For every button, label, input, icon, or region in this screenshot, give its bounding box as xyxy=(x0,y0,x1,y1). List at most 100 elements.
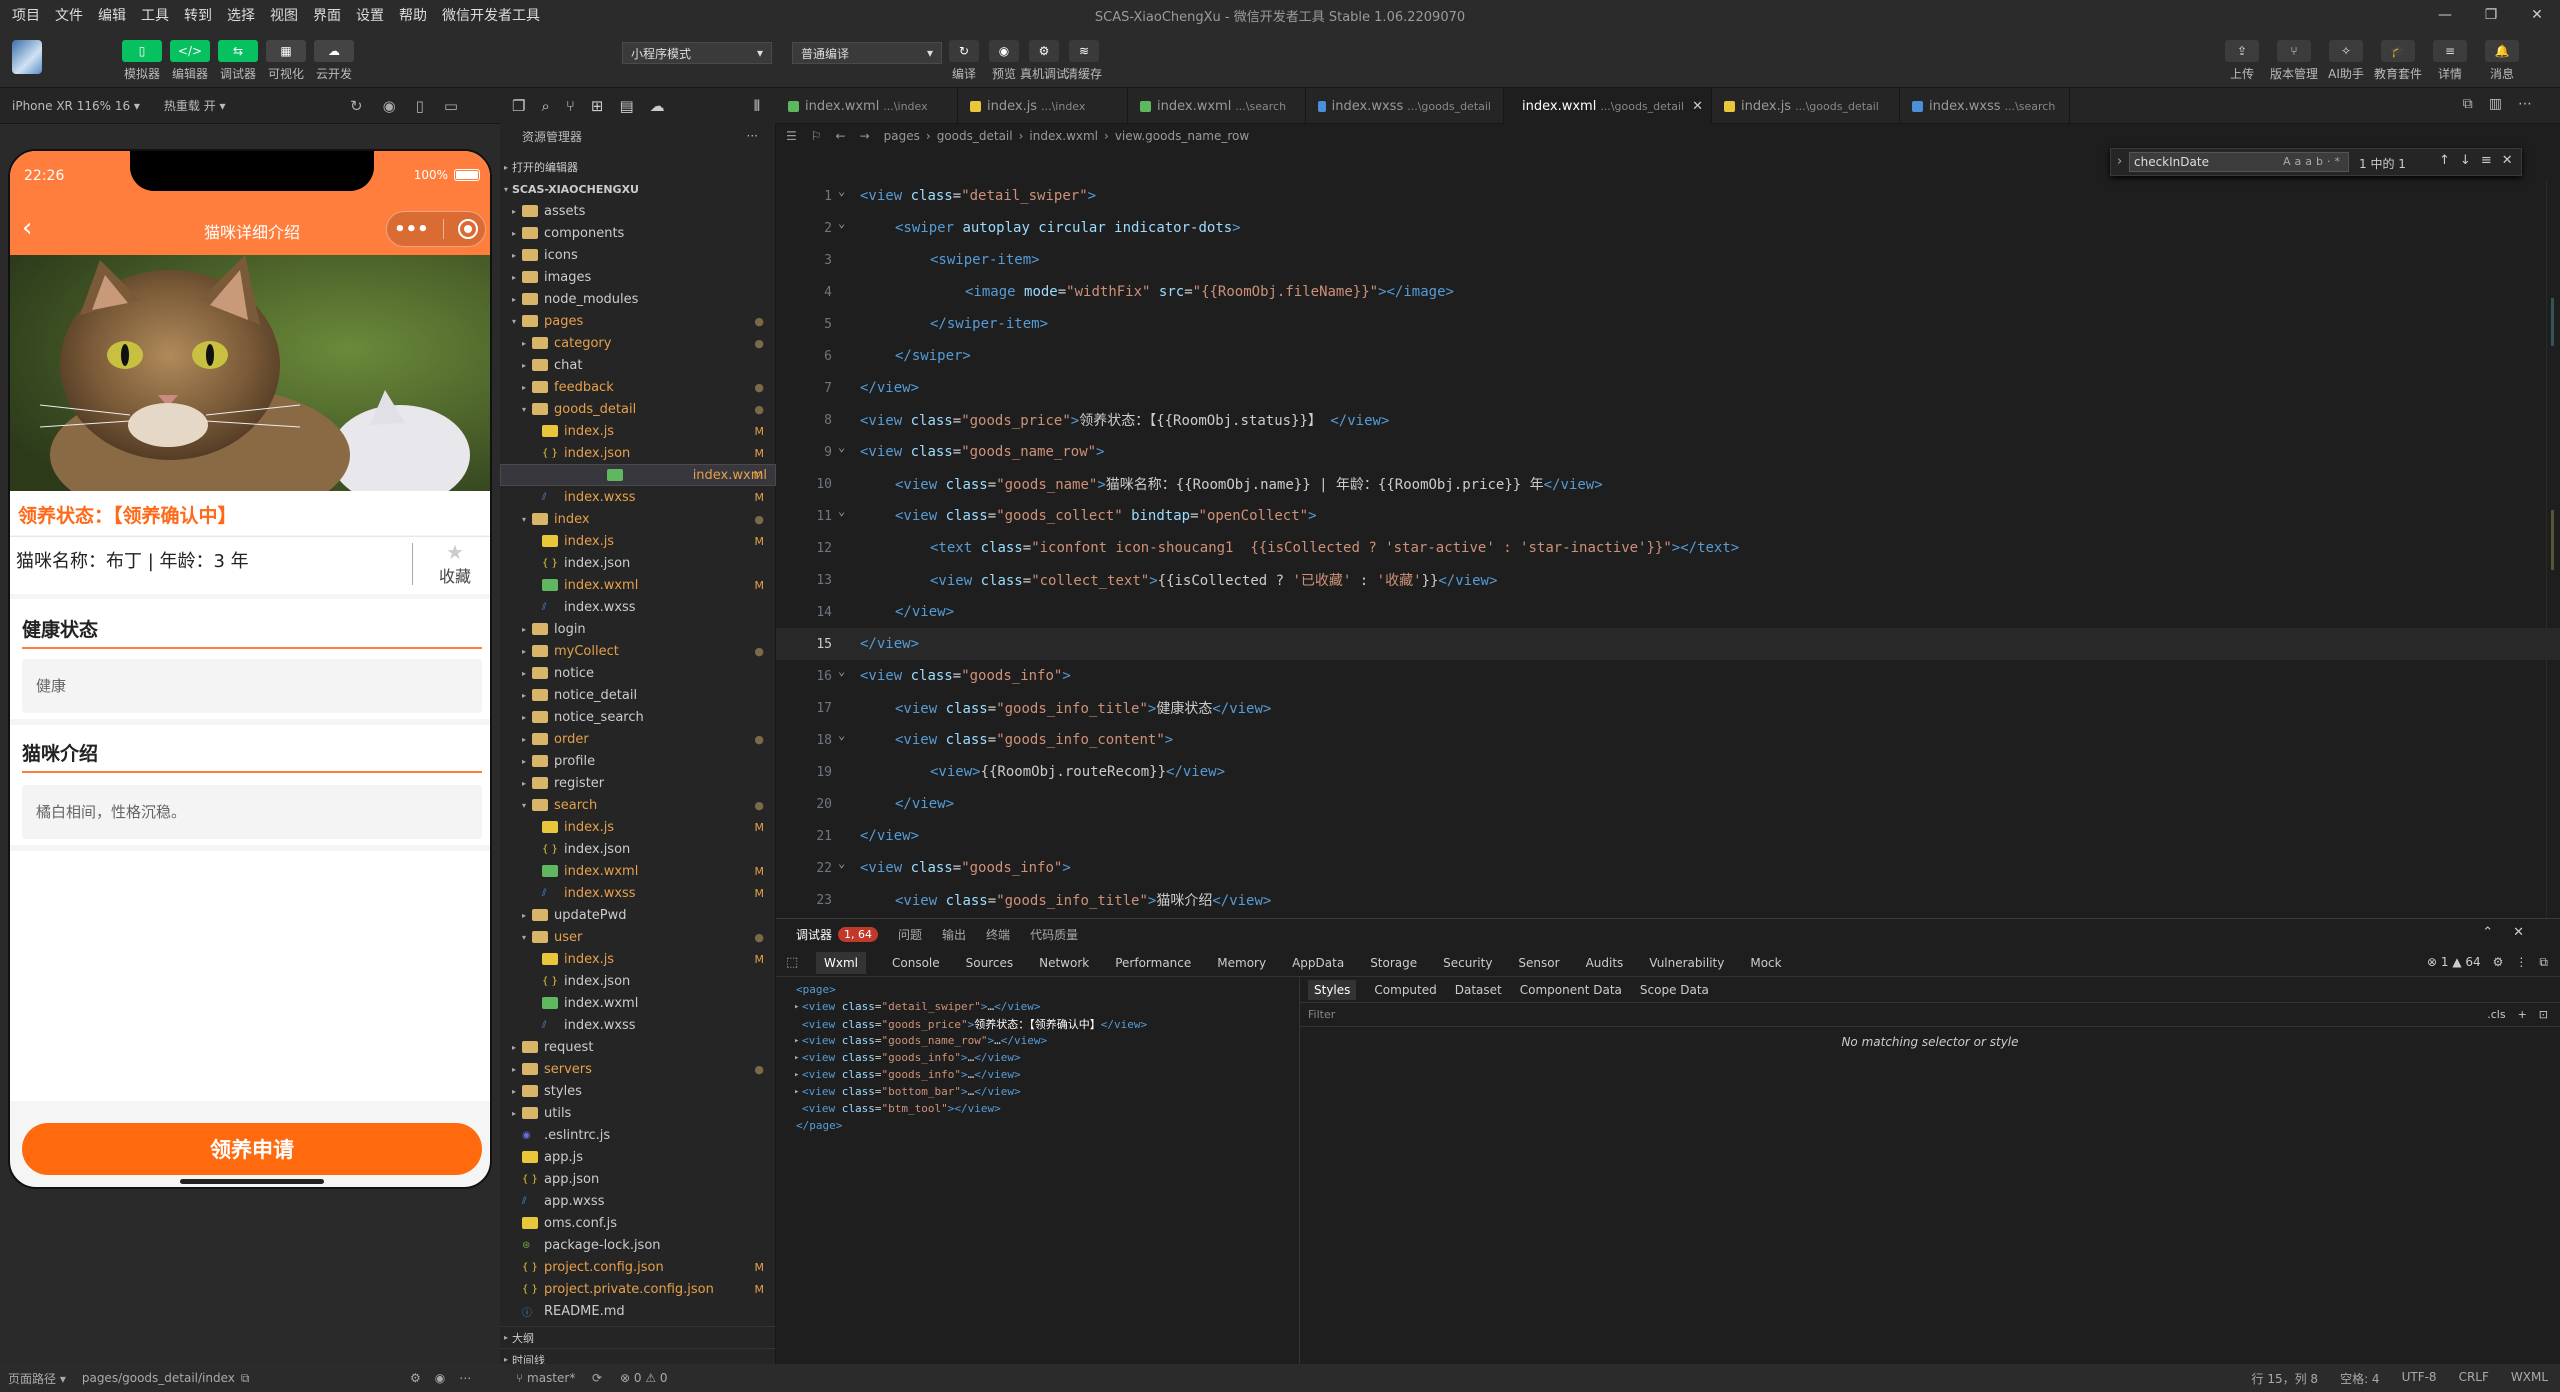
debug-icon[interactable]: ▤ xyxy=(619,97,633,115)
tree-folder[interactable]: ▸ updatePwd xyxy=(500,904,776,926)
tree-folder[interactable]: ▸ order ● xyxy=(500,728,776,750)
style-tab[interactable]: Computed xyxy=(1374,983,1436,997)
devtools-top-tab[interactable]: 输出 xyxy=(942,926,966,943)
language-mode[interactable]: WXML xyxy=(2511,1370,2548,1387)
find-input[interactable]: checkInDate Aaab·* xyxy=(2129,152,2349,172)
prev-match-icon[interactable]: ↑ xyxy=(2439,153,2460,168)
toolbar-details-button[interactable]: ≡ 详情 xyxy=(2424,40,2476,82)
devtools-panel-tab[interactable]: Sources xyxy=(966,956,1013,970)
style-tab[interactable]: Dataset xyxy=(1455,983,1502,997)
menu-item[interactable]: 设置 xyxy=(356,5,384,25)
style-tab[interactable]: Scope Data xyxy=(1640,983,1709,997)
devtools-panel-tab[interactable]: Performance xyxy=(1115,956,1191,970)
more-icon[interactable]: ··· xyxy=(747,129,758,143)
expand-arrow-icon[interactable]: ▸ xyxy=(794,1087,802,1097)
tree-file[interactable]: app.js xyxy=(500,1146,776,1168)
wxml-node[interactable]: ▸ <view class="detail_swiper">…</view> xyxy=(794,998,1040,1015)
fold-chevron-icon[interactable]: ⌄ xyxy=(838,184,845,198)
collect-button[interactable]: ★ 收藏 xyxy=(422,541,488,587)
close-tab-icon[interactable]: ✕ xyxy=(1692,99,1703,114)
cursor-position[interactable]: 行 15，列 8 xyxy=(2252,1370,2319,1387)
tree-folder[interactable]: ▸ styles xyxy=(500,1080,776,1102)
tree-folder[interactable]: ▸ components xyxy=(500,222,776,244)
menu-item[interactable]: 工具 xyxy=(141,5,169,25)
tree-file[interactable]: ⫽ index.wxss xyxy=(500,1014,776,1036)
tree-file[interactable]: { } project.config.json M xyxy=(500,1256,776,1278)
devtools-panel-tab[interactable]: Mock xyxy=(1750,956,1781,970)
devtools-panel-tab[interactable]: Sensor xyxy=(1518,956,1559,970)
forward-icon[interactable]: → xyxy=(860,129,870,143)
more-dots-icon[interactable]: ••• xyxy=(394,219,429,240)
fold-chevron-icon[interactable]: ⌄ xyxy=(838,216,845,230)
maximize-button[interactable]: ❐ xyxy=(2468,0,2514,30)
tree-file[interactable]: ⫽ app.wxss xyxy=(500,1190,776,1212)
minimap-scroll[interactable] xyxy=(2546,180,2560,918)
fold-chevron-icon[interactable]: ⌄ xyxy=(838,504,845,518)
tree-folder[interactable]: ▾ index ● xyxy=(500,508,776,530)
menu-item[interactable]: 选择 xyxy=(227,5,255,25)
chevron-right-icon[interactable]: › xyxy=(2117,154,2122,169)
wxml-node[interactable]: ▸ <view class="goods_name_row">…</view> xyxy=(794,1032,1047,1049)
editor-tab[interactable]: index.wxml ...\search xyxy=(1128,88,1306,124)
wxml-node[interactable]: </page> xyxy=(788,1117,842,1134)
files-icon[interactable]: ❐ xyxy=(512,97,525,115)
editor-tab[interactable]: index.js ...\goods_detail xyxy=(1712,88,1900,124)
page-path-label[interactable]: 页面路径 ▾ xyxy=(8,1370,66,1387)
tree-file[interactable]: ⫽ index.wxss M xyxy=(500,486,776,508)
expand-arrow-icon[interactable]: ▸ xyxy=(794,1070,802,1080)
wxml-node[interactable]: ▸ <view class="goods_info">…</view> xyxy=(794,1049,1021,1066)
back-icon[interactable]: ← xyxy=(836,129,846,143)
menu-item[interactable]: 转到 xyxy=(184,5,212,25)
editor-tab[interactable]: index.js ...\index xyxy=(958,88,1128,124)
editor-tab[interactable]: index.wxss ...\goods_detail xyxy=(1306,88,1504,124)
bookmark-icon[interactable]: ⚐ xyxy=(811,129,822,143)
tree-file[interactable]: oms.conf.js xyxy=(500,1212,776,1234)
devtools-panel-tab[interactable]: AppData xyxy=(1292,956,1344,970)
editor-tab[interactable]: index.wxml ...\index xyxy=(776,88,958,124)
toolbar-version-button[interactable]: ⑂ 版本管理 xyxy=(2268,40,2320,82)
tree-file[interactable]: index.wxml M xyxy=(500,860,776,882)
tree-folder[interactable]: ▾ pages ● xyxy=(500,310,776,332)
tree-folder[interactable]: ▸ images xyxy=(500,266,776,288)
toolbar-simulator-button[interactable]: ▯ 模拟器 xyxy=(122,40,162,82)
tree-file[interactable]: { } index.json xyxy=(500,838,776,860)
tree-folder[interactable]: ▸ notice_detail xyxy=(500,684,776,706)
tree-file[interactable]: index.js M xyxy=(500,530,776,552)
copy-icon[interactable]: ⧉ xyxy=(241,1371,250,1386)
devtools-panel-tab[interactable]: Audits xyxy=(1586,956,1624,970)
branch[interactable]: ⑂ master* xyxy=(516,1371,575,1385)
devtools-top-tab[interactable]: 终端 xyxy=(986,926,1010,943)
menu-item[interactable]: 界面 xyxy=(313,5,341,25)
devtools-panel-tab[interactable]: Storage xyxy=(1370,956,1417,970)
open-changes-icon[interactable]: ⧉ xyxy=(2463,96,2489,112)
tree-folder[interactable]: ▸ utils xyxy=(500,1102,776,1124)
editor-tab[interactable]: index.wxss ...\search xyxy=(1900,88,2070,124)
devtools-panel-tab[interactable]: Vulnerability xyxy=(1649,956,1724,970)
indent-setting[interactable]: 空格: 4 xyxy=(2340,1370,2380,1387)
tree-file[interactable]: { } project.private.config.json M xyxy=(500,1278,776,1300)
encoding[interactable]: UTF-8 xyxy=(2402,1370,2437,1387)
whole-word-icon[interactable]: ab xyxy=(2305,155,2327,168)
menu-item[interactable]: 视图 xyxy=(270,5,298,25)
tree-folder[interactable]: ▸ chat xyxy=(500,354,776,376)
menu-item[interactable]: 文件 xyxy=(55,5,83,25)
tree-file[interactable]: index.js M xyxy=(500,816,776,838)
tree-file[interactable]: index.wxml xyxy=(500,992,776,1014)
devtools-top-tab[interactable]: 调试器 xyxy=(796,926,832,943)
chevron-up-icon[interactable]: ⌃ xyxy=(2482,925,2513,940)
cls-toggle[interactable]: .cls xyxy=(2487,1008,2505,1021)
toolbar-editor-button[interactable]: </> 编辑器 xyxy=(170,40,210,82)
expand-arrow-icon[interactable]: ▸ xyxy=(794,1002,802,1012)
tree-file[interactable]: { } index.json xyxy=(500,552,776,574)
next-match-icon[interactable]: ↓ xyxy=(2460,153,2481,168)
tree-folder[interactable]: ▸ notice xyxy=(500,662,776,684)
tree-folder[interactable]: ▸ myCollect ● xyxy=(500,640,776,662)
tree-folder[interactable]: ▸ login xyxy=(500,618,776,640)
problems-count[interactable]: ⊗ 0 ⚠ 0 xyxy=(620,1371,668,1385)
error-warning-count[interactable]: ⊗ 1 ▲ 64 xyxy=(2427,955,2481,970)
tree-folder[interactable]: ▸ register xyxy=(500,772,776,794)
menu-item[interactable]: 帮助 xyxy=(399,5,427,25)
hotreload-select[interactable]: 热重载 开 ▾ xyxy=(164,97,226,114)
close-find-icon[interactable]: ✕ xyxy=(2502,153,2523,168)
devtools-panel-tab[interactable]: Security xyxy=(1443,956,1492,970)
